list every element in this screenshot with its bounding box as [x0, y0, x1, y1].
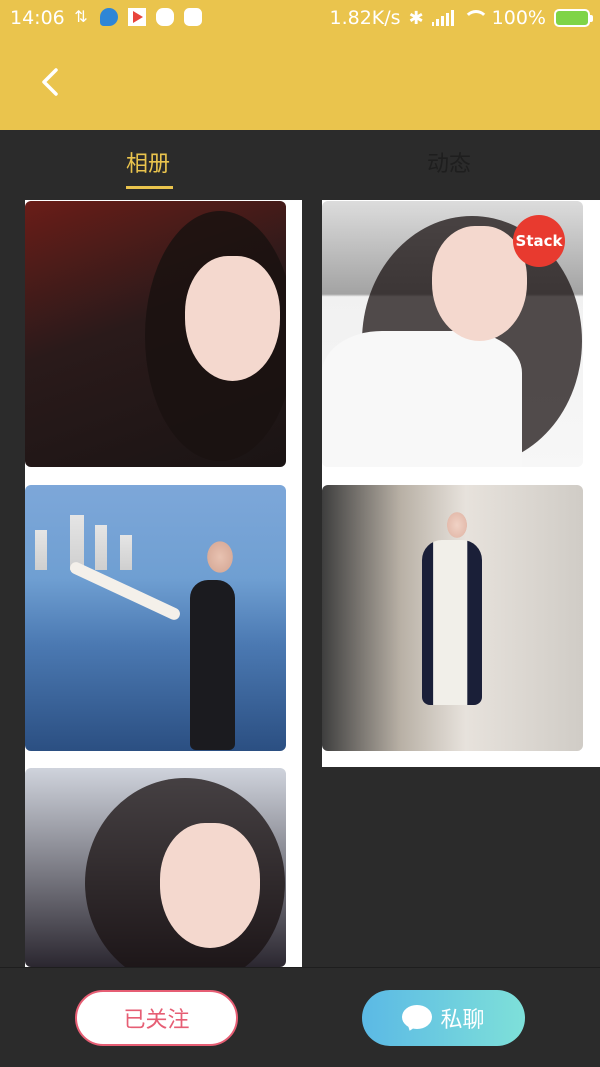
tab-indicator: [126, 186, 173, 189]
tab-bar: 相册 动态: [0, 130, 600, 200]
cat-app-icon: [156, 8, 174, 26]
status-right: 1.82K/s ✱ 100%: [329, 7, 593, 29]
battery-percent: 100%: [491, 7, 546, 29]
tab-album[interactable]: 相册: [126, 146, 170, 178]
photo-1[interactable]: [25, 201, 286, 467]
bluetooth-icon: ✱: [408, 7, 424, 29]
signal-icon: [431, 10, 454, 26]
photo-face: [160, 823, 260, 948]
top-app-bar: 14:06 ⇅ 1.82K/s ✱ 100%: [0, 0, 600, 130]
photo-face: [185, 256, 280, 381]
photo-3[interactable]: [25, 485, 286, 751]
notification-icons: ⇅: [72, 8, 202, 26]
video-app-icon: [128, 8, 146, 26]
stack-badge[interactable]: Stack: [513, 215, 565, 267]
chevron-left-icon: [42, 68, 58, 96]
private-chat-label: 私聊: [440, 1008, 485, 1033]
back-button[interactable]: [30, 62, 70, 102]
robot-app-icon: [184, 8, 202, 26]
photo-skyline: [25, 510, 155, 570]
private-chat-button[interactable]: 私聊: [362, 990, 525, 1046]
battery-icon: [554, 9, 593, 27]
app-notification-icon: [100, 8, 118, 26]
followed-button[interactable]: 已关注: [75, 990, 238, 1046]
photo-shirt: [322, 331, 522, 467]
network-speed: 1.82K/s: [329, 7, 401, 29]
photo-grid: [0, 200, 600, 967]
chat-bubble-icon: [402, 1005, 433, 1031]
tab-moments[interactable]: 动态: [427, 146, 471, 178]
status-bar: 14:06 ⇅ 1.82K/s ✱ 100%: [0, 0, 600, 38]
bottom-action-bar: 已关注 私聊: [0, 967, 600, 1067]
photo-5[interactable]: [25, 768, 286, 967]
data-transfer-icon: ⇅: [74, 7, 88, 26]
wifi-icon: [462, 10, 489, 26]
photo-4[interactable]: [322, 485, 583, 751]
status-time: 14:06: [10, 7, 65, 29]
photo-dress: [190, 580, 235, 750]
photo-dress: [422, 540, 482, 705]
